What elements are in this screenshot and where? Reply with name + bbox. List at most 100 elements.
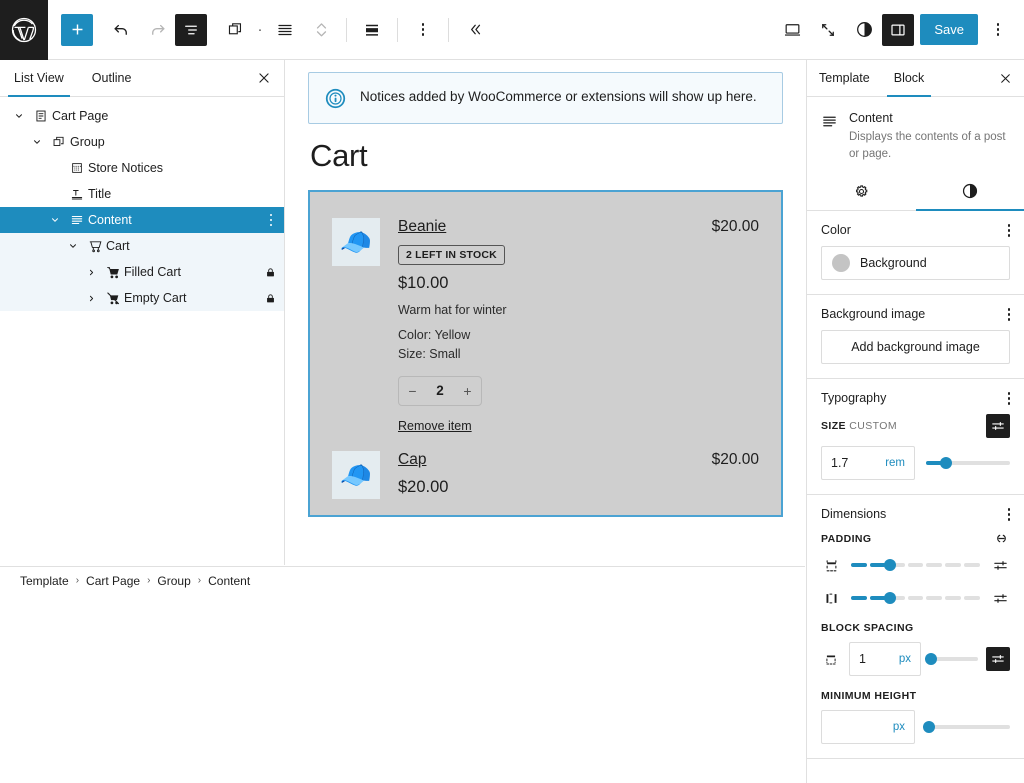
block-options-kebab-vertical-icon[interactable] [405,12,441,48]
block-title: Content [849,111,1010,125]
background-color-control[interactable]: Background [821,246,1010,280]
padding-vertical-units-sliders-icon[interactable] [990,558,1010,573]
block-settings-sidebar: Template Block Content Displays the cont… [806,60,1024,783]
font-size-slider[interactable] [926,453,1010,473]
breadcrumb-separator: › [198,575,201,586]
toolbar-right-group: Save [774,12,1024,48]
product-description: Warm hat for winter [398,303,759,317]
editor-canvas[interactable]: Notices added by WooCommerce or extensio… [286,60,805,565]
size-label-text: SIZE [821,420,846,432]
list-view-panel: List View Outline Cart Page [0,60,285,565]
breadcrumb-item-content[interactable]: Content [208,574,250,588]
store-notice-text: Notices added by WooCommerce or extensio… [360,87,757,107]
tree-item-cart[interactable]: Cart [0,233,284,259]
list-view-tabs: List View Outline [0,60,284,97]
undo-button[interactable] [103,12,139,48]
move-up-down-icon[interactable] [303,12,339,48]
font-size-unit[interactable]: rem [885,457,905,469]
font-size-units-toggle-sliders-icon[interactable] [986,414,1010,438]
empty-cart-icon [102,291,124,306]
chevron-right-icon[interactable] [80,268,102,277]
block-spacing-slider[interactable] [929,649,978,669]
page-title[interactable]: Cart [310,138,783,174]
store-notices-block[interactable]: Notices added by WooCommerce or extensio… [308,72,783,124]
sidebar-icon-tabs [807,172,1024,211]
block-spacing-unit[interactable]: px [899,653,911,665]
styles-tab-contrast-circle-icon[interactable] [916,172,1024,210]
desktop-icon[interactable] [774,12,810,48]
padding-vertical-icon [821,558,841,573]
minimum-height-slider[interactable] [926,717,1010,737]
sidebar-panel-icon[interactable] [882,14,914,46]
remove-item-link[interactable]: Remove item [398,419,472,433]
background-image-options-kebab-vertical-icon[interactable] [1008,308,1011,321]
product-attributes: Color: Yellow Size: Small [398,326,759,365]
quantity-increment-button[interactable]: + [454,383,481,399]
product-name-link[interactable]: Beanie [398,218,446,236]
tab-outline[interactable]: Outline [78,60,146,96]
tree-item-options-kebab-vertical-icon[interactable] [270,214,277,227]
typography-options-kebab-vertical-icon[interactable] [1008,392,1011,405]
padding-horizontal-slider[interactable] [851,588,980,608]
color-options-kebab-vertical-icon[interactable] [1008,224,1011,237]
expand-icon[interactable] [810,12,846,48]
padding-horizontal-units-sliders-icon[interactable] [990,591,1010,606]
tab-template[interactable]: Template [807,60,882,96]
link-sides-icon[interactable] [993,530,1010,547]
group-blocks-icon[interactable] [217,12,253,48]
tree-item-title[interactable]: Title [0,181,284,207]
background-image-section: Background image Add background image [807,295,1024,379]
save-button[interactable]: Save [920,14,978,45]
add-background-image-button[interactable]: Add background image [821,330,1010,364]
chevron-right-icon[interactable] [80,294,102,303]
padding-vertical-slider[interactable] [851,555,980,575]
chevron-down-icon[interactable] [62,241,84,251]
tree-item-cart-page[interactable]: Cart Page [0,103,284,129]
dimensions-options-kebab-vertical-icon[interactable] [1008,508,1011,521]
align-center-icon[interactable] [354,12,390,48]
align-justify-icon[interactable] [267,12,303,48]
settings-tab-gear-icon[interactable] [807,172,916,210]
tree-item-store-notices[interactable]: Store Notices [0,155,284,181]
breadcrumb-item-cart-page[interactable]: Cart Page [86,574,140,588]
font-size-input[interactable]: 1.7 rem [821,446,915,480]
quantity-stepper[interactable]: − 2 + [398,376,482,406]
tab-block[interactable]: Block [882,60,937,96]
block-spacing-input[interactable]: 1 px [849,642,921,676]
close-icon[interactable] [244,60,284,96]
wordpress-logo-icon[interactable] [0,0,48,60]
breadcrumb-item-group[interactable]: Group [157,574,190,588]
minimum-height-input[interactable]: px [821,710,915,744]
chevron-down-icon[interactable] [26,137,48,147]
padding-vertical-row [821,555,1010,575]
cart-line-item: 🧢 Beanie $20.00 2 LEFT IN STOCK $10.00 W… [332,218,759,451]
content-block-selected[interactable]: 🧢 Beanie $20.00 2 LEFT IN STOCK $10.00 W… [308,190,783,517]
tree-item-filled-cart[interactable]: Filled Cart [0,259,284,285]
tree-item-empty-cart[interactable]: Empty Cart [0,285,284,311]
product-name-link[interactable]: Cap [398,451,426,469]
block-spacing-units-toggle-sliders-icon[interactable] [986,647,1010,671]
list-view-icon[interactable] [175,14,207,46]
double-chevron-left-icon[interactable] [456,12,492,48]
contrast-circle-icon[interactable] [846,12,882,48]
quantity-decrement-button[interactable]: − [399,383,426,399]
breadcrumb-separator: › [147,575,150,586]
add-block-button[interactable] [61,14,93,46]
breadcrumb-item-template[interactable]: Template [20,574,69,588]
close-icon[interactable] [986,60,1024,96]
minimum-height-unit[interactable]: px [893,721,905,733]
tab-list-view[interactable]: List View [0,60,78,96]
redo-button[interactable] [139,12,175,48]
product-thumbnail[interactable]: 🧢 [332,451,380,499]
chevron-down-icon[interactable] [44,215,66,225]
typography-title: Typography [821,391,886,405]
content-icon [821,113,838,162]
stock-badge: 2 LEFT IN STOCK [398,245,505,265]
chevron-down-icon[interactable] [8,111,30,121]
color-section: Color Background [807,211,1024,295]
tree-item-group[interactable]: Group [0,129,284,155]
quantity-value: 2 [426,383,454,398]
more-menu-kebab-vertical-icon[interactable] [980,12,1016,48]
tree-item-content[interactable]: Content [0,207,284,233]
product-thumbnail[interactable]: 🧢 [332,218,380,266]
